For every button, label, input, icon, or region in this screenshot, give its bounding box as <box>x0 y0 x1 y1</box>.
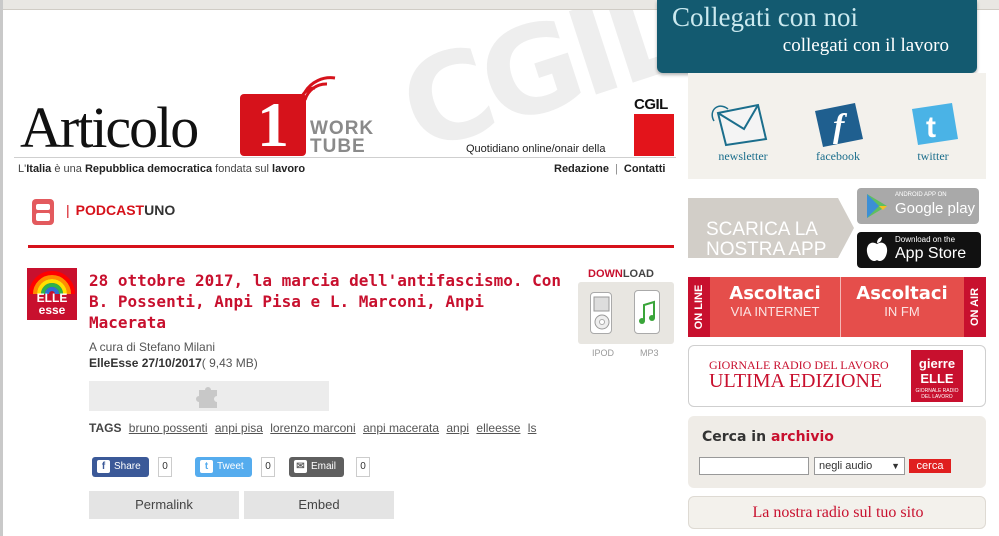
app-promo: SCARICA LA NOSTRA APP ANDROID APP ON Goog… <box>688 186 986 270</box>
tag-link[interactable]: ls <box>528 421 537 435</box>
audio-plugin-placeholder[interactable] <box>89 381 329 411</box>
cgil-logo[interactable]: CGIL <box>634 96 674 156</box>
radio-waves-icon <box>299 76 336 103</box>
chevron-down-icon: ▼ <box>891 461 900 471</box>
email-share-button[interactable]: ✉ Email <box>289 457 345 477</box>
embed-tab[interactable]: Embed <box>244 491 394 519</box>
svg-text:t: t <box>926 111 936 144</box>
redazione-link[interactable]: Redazione <box>554 163 609 175</box>
archive-search: Cerca in archivio negli audio ▼ cerca <box>688 416 986 488</box>
download-panel <box>578 282 674 344</box>
collegati-banner: Collegati con noi collegati con il lavor… <box>657 0 977 96</box>
section-title: | PODCASTUNO <box>66 202 176 218</box>
header-divider <box>14 157 676 158</box>
article-title[interactable]: 28 ottobre 2017, la marcia dell'antifasc… <box>89 270 569 333</box>
tag-link[interactable]: anpi pisa <box>215 421 263 435</box>
newsletter-link[interactable]: newsletter <box>703 99 783 163</box>
contatti-link[interactable]: Contatti <box>624 163 666 175</box>
collegati-title: Collegati con noi <box>672 2 858 32</box>
giornale-radio-banner[interactable]: GIORNALE RADIO DEL LAVORO ULTIMA EDIZION… <box>688 345 986 407</box>
tags-list: TAGS bruno possenti anpi pisa lorenzo ma… <box>89 421 540 435</box>
collegati-subtitle: collegati con il lavoro <box>782 35 949 56</box>
app-store-badge[interactable]: Download on the App Store <box>857 232 981 268</box>
logo-worktube: WORK TUBE <box>310 118 375 157</box>
facebook-share-count: 0 <box>158 457 172 477</box>
section-divider <box>28 245 674 248</box>
tag-link[interactable]: anpi <box>446 421 469 435</box>
quotidiano-text: Quotidiano online/onair della <box>466 143 606 155</box>
on-air-label: ON AIR <box>964 277 986 337</box>
mp3-download-icon[interactable] <box>634 290 660 334</box>
facebook-link[interactable]: f facebook <box>798 99 878 163</box>
puzzle-piece-icon <box>196 387 217 408</box>
tag-link[interactable]: elleesse <box>476 421 520 435</box>
cgil-watermark: CGIL <box>400 10 660 160</box>
section-header: | PODCASTUNO <box>28 193 674 251</box>
ipod-download-icon[interactable] <box>590 292 612 334</box>
listen-fm-button[interactable]: Ascoltaci IN FM <box>842 283 962 319</box>
google-play-icon <box>867 194 887 218</box>
elleesse-badge[interactable]: ELLE esse <box>27 268 77 320</box>
newsletter-icon <box>711 103 768 147</box>
top-links: Redazione | Contatti <box>554 163 666 175</box>
ascoltaci-banner: ON LINE Ascoltaci VIA INTERNET Ascoltaci… <box>688 277 986 337</box>
facebook-share-button[interactable]: f Share <box>92 457 149 477</box>
search-scope-select[interactable]: negli audio ▼ <box>814 457 905 475</box>
permalink-tab[interactable]: Permalink <box>89 491 239 519</box>
twitter-icon: t <box>200 460 213 473</box>
facebook-icon: f <box>97 460 110 473</box>
apple-icon <box>866 237 888 262</box>
tagline: L'Italia è una Repubblica democratica fo… <box>18 163 306 175</box>
tags-label: TAGS <box>89 421 122 435</box>
search-button[interactable]: cerca <box>909 459 951 473</box>
article-byline: A cura di Stefano Milani <box>89 340 216 354</box>
podcast-icon <box>32 199 54 225</box>
tag-link[interactable]: bruno possenti <box>129 421 208 435</box>
on-line-label: ON LINE <box>688 277 710 337</box>
tweet-button[interactable]: t Tweet <box>195 457 252 477</box>
social-links: newsletter f facebook t twitter <box>688 73 986 179</box>
article-date: ElleEsse 27/10/2017( 9,43 MB) <box>89 356 258 370</box>
twitter-icon: t <box>912 103 958 145</box>
facebook-icon: f <box>815 103 863 147</box>
twitter-link[interactable]: t twitter <box>893 99 973 163</box>
search-input[interactable] <box>699 457 809 475</box>
gierre-elle-logo: gierre ELLE GIORNALE RADIO DEL LAVORO <box>911 350 963 402</box>
listen-internet-button[interactable]: Ascoltaci VIA INTERNET <box>715 283 835 319</box>
left-border <box>0 0 3 536</box>
tag-link[interactable]: lorenzo marconi <box>270 421 355 435</box>
download-title: DOWNLOAD <box>588 268 654 280</box>
download-box: DOWNLOAD IPOD MP3 <box>578 266 674 361</box>
tweet-count: 0 <box>261 457 275 477</box>
tag-link[interactable]: anpi macerata <box>363 421 439 435</box>
logo-word: Articolo <box>20 95 199 160</box>
email-icon: ✉ <box>294 460 307 473</box>
radio-widget-banner[interactable]: La nostra radio sul tuo sito <box>688 496 986 529</box>
email-share-count: 0 <box>356 457 370 477</box>
google-play-badge[interactable]: ANDROID APP ON Google play <box>857 188 979 224</box>
app-arrow-banner: SCARICA LA NOSTRA APP <box>688 198 854 258</box>
archive-search-title: Cerca in archivio <box>702 429 834 445</box>
